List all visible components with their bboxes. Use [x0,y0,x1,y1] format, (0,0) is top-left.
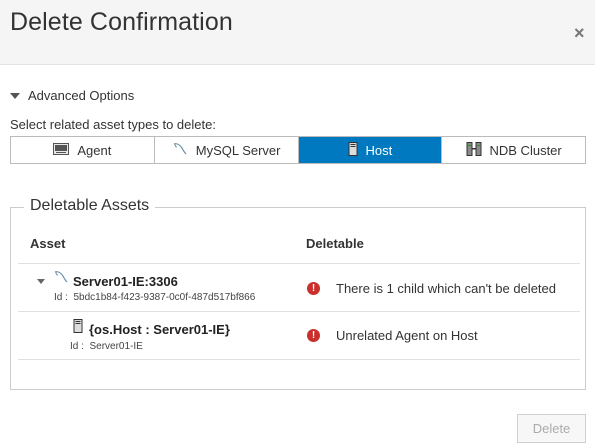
error-icon: ! [307,282,320,295]
asset-type-mysql-server-button[interactable]: MySQL Server [154,137,299,163]
agent-icon [53,142,70,158]
asset-type-label: MySQL Server [195,142,281,158]
asset-name: {os.Host : Server01-IE} [89,322,230,337]
row-divider [18,359,580,360]
host-server-icon [348,141,358,159]
row-divider [18,311,580,312]
status-text: There is 1 child which can't be deleted [336,281,556,296]
asset-name: Server01-IE:3306 [73,274,178,289]
header-divider [18,263,580,264]
deletable-status: ! There is 1 child which can't be delete… [307,281,556,296]
asset-type-label: NDB Cluster [489,142,562,158]
host-server-icon [73,319,83,338]
expand-triangle-icon[interactable] [37,279,45,284]
asset-id-value: 5bdc1b84-f423-9387-0c0f-487d517bf866 [73,292,256,303]
asset-id: Id : Server01-IE [70,341,143,352]
deletable-status: ! Unrelated Agent on Host [307,328,478,343]
asset-type-ndb-cluster-button[interactable]: NDB Cluster [442,137,585,163]
dialog-title: Delete Confirmation [10,8,233,36]
asset-type-label: Agent [77,142,112,158]
asset-id: Id : 5bdc1b84-f423-9387-0c0f-487d517bf86… [54,292,255,303]
column-header-deletable: Deletable [306,236,364,251]
asset-id-label: Id : [54,292,68,303]
deletable-assets-legend: Deletable Assets [24,197,156,215]
asset-type-agent-button[interactable]: Agent [11,137,155,163]
advanced-options-label: Advanced Options [28,88,135,103]
asset-id-value: Server01-IE [89,341,143,352]
delete-button[interactable]: Delete [517,414,586,443]
triangle-down-icon [10,92,20,99]
asset-type-host-button[interactable]: Host [298,137,443,163]
ndb-cluster-icon [466,141,482,159]
mysql-dolphin-icon [53,270,69,289]
dialog-header: Delete Confirmation × [0,0,595,65]
status-text: Unrelated Agent on Host [336,328,478,343]
close-icon[interactable]: × [574,24,585,42]
error-icon: ! [307,329,320,342]
advanced-options-toggle[interactable]: Advanced Options [10,88,134,103]
column-header-asset: Asset [30,236,66,251]
asset-type-selector: Agent MySQL Server Host NDB Cluster [10,136,586,164]
select-asset-types-label: Select related asset types to delete: [10,117,216,132]
asset-type-label: Host [365,142,393,158]
mysql-dolphin-icon [172,142,188,159]
asset-id-label: Id : [70,341,84,352]
